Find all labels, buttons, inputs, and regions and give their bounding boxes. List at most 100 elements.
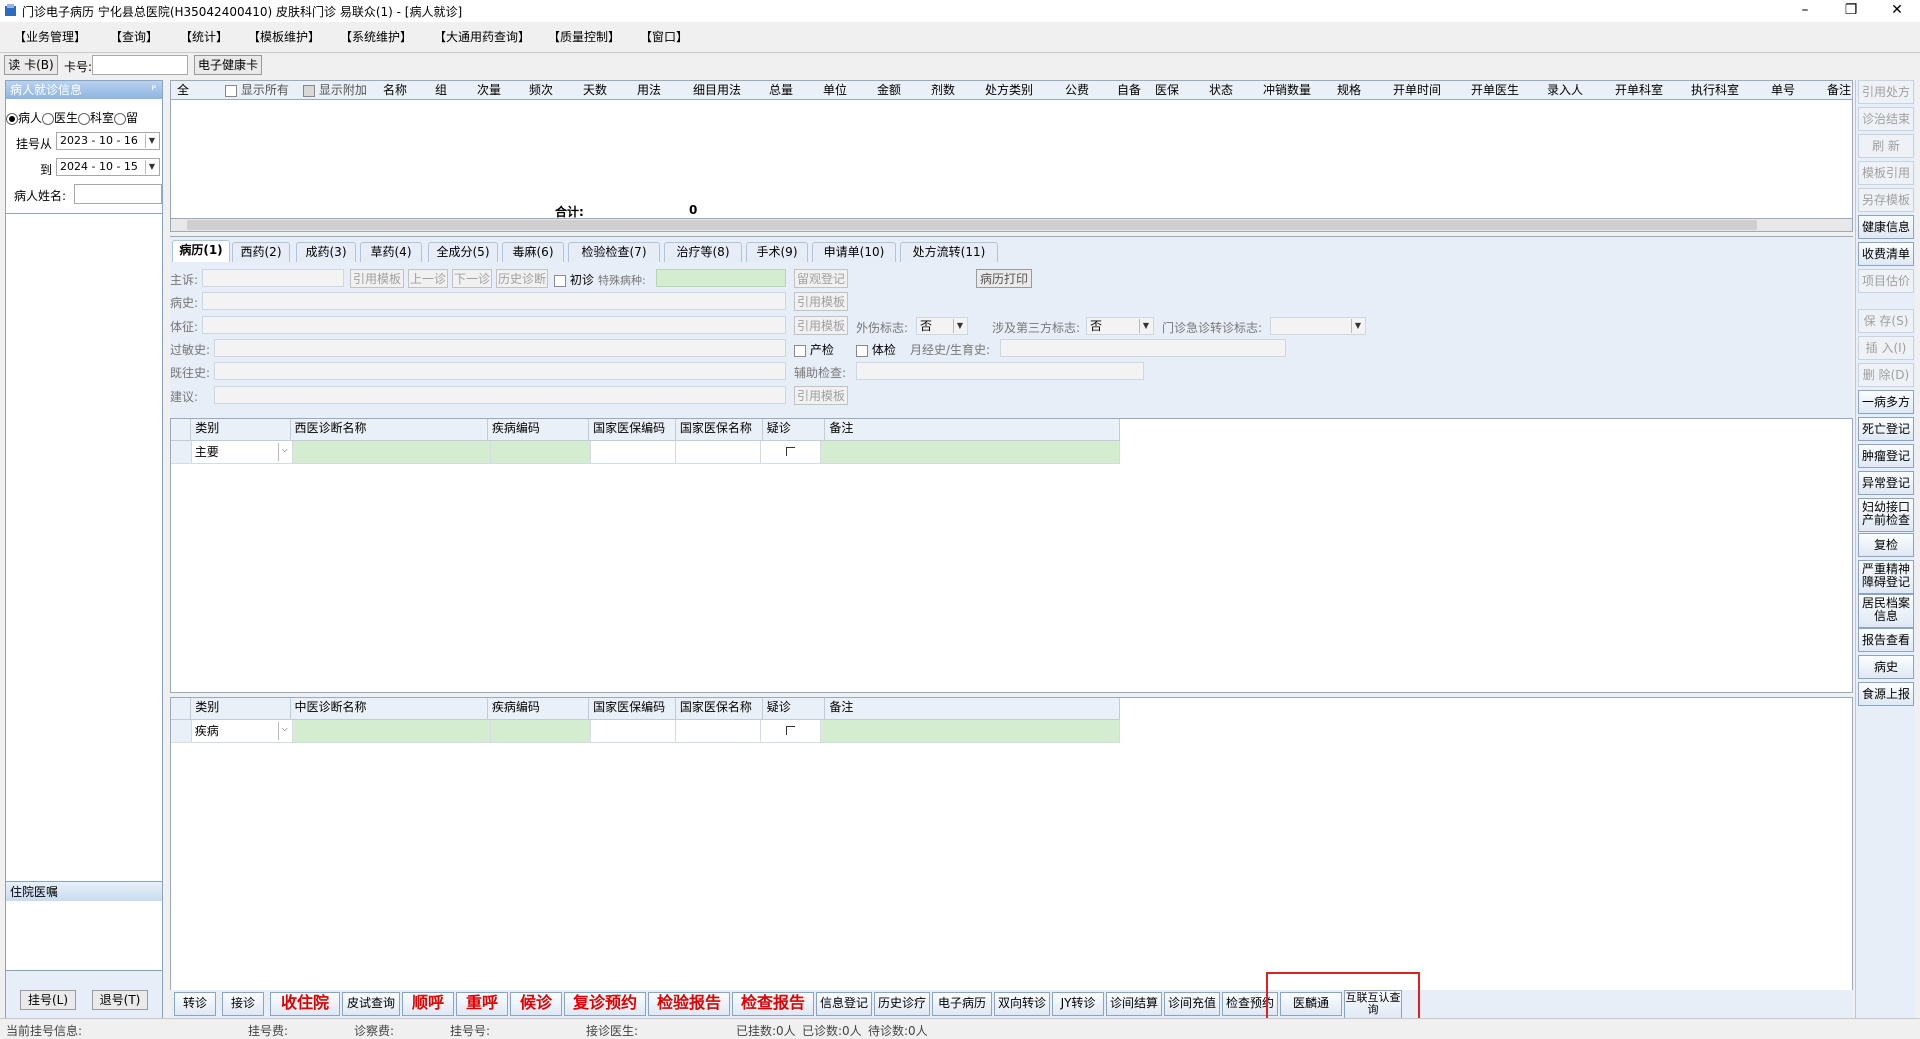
table-row[interactable]: 主要 ⌵ (171, 441, 1120, 464)
obs-register-button[interactable]: 留观登记 (794, 269, 848, 288)
suspected-checkbox[interactable] (761, 720, 822, 743)
radio-patient[interactable]: 病人 (6, 111, 42, 125)
chevron-down-icon[interactable]: ▼ (1351, 319, 1364, 333)
item-estimate-button[interactable]: 项目估价 (1858, 269, 1914, 293)
register-button[interactable]: 挂号(L) (20, 990, 76, 1010)
reg-from-date[interactable]: 2023 - 10 - 16 ▼ (56, 132, 160, 150)
save-button[interactable]: 保 存(S) (1858, 309, 1914, 333)
reg-to-date[interactable]: 2024 - 10 - 15 ▼ (56, 158, 160, 176)
row-selector[interactable] (171, 441, 192, 464)
card-no-input[interactable] (92, 55, 188, 75)
remark-cell[interactable] (821, 441, 1120, 464)
menu-window[interactable]: 【窗口】 (640, 28, 688, 45)
emr-button[interactable]: 电子病历 (932, 992, 992, 1016)
restore-button[interactable]: ❐ (1828, 0, 1874, 22)
print-record-button[interactable]: 病历打印 (976, 269, 1032, 288)
aux-exam-input[interactable] (856, 362, 1144, 380)
past-history-input[interactable] (214, 362, 786, 380)
admit-button[interactable]: 收住院 (270, 992, 340, 1016)
history-dx-button[interactable]: 历史诊断 (496, 269, 548, 288)
tcm-type-select[interactable]: 疾病 ⌵ (191, 720, 293, 743)
dx-name-cell[interactable] (292, 441, 492, 464)
prev-visit-button[interactable]: 上一诊 (408, 269, 448, 288)
tab-rx-transfer[interactable]: 处方流转(11) (900, 242, 998, 262)
show-all-checkbox[interactable]: 显示所有 (225, 81, 289, 99)
advice-input[interactable] (214, 386, 786, 404)
nhsa-code-cell[interactable] (591, 441, 677, 464)
recheck-button[interactable]: 复检 (1858, 533, 1914, 557)
minimize-button[interactable]: – (1782, 0, 1828, 22)
chevron-down-icon[interactable]: ▼ (953, 319, 966, 333)
col-all[interactable]: 全 (177, 81, 189, 99)
charge-list-button[interactable]: 收费清单 (1858, 242, 1914, 266)
ehealth-card-button[interactable]: 电子健康卡 (194, 55, 262, 75)
nhsa-name-cell[interactable] (676, 441, 762, 464)
medical-history-button[interactable]: 病史 (1858, 655, 1914, 679)
patient-list[interactable] (6, 213, 162, 959)
clinic-settle-button[interactable]: 诊间结算 (1106, 992, 1162, 1016)
clinic-recharge-button[interactable]: 诊间充值 (1164, 992, 1220, 1016)
chevron-down-icon[interactable]: ▼ (145, 134, 158, 148)
accept-button[interactable]: 接诊 (222, 992, 264, 1016)
nhsa-name-cell[interactable] (676, 720, 762, 743)
history-input[interactable] (202, 292, 786, 310)
menu-statistics[interactable]: 【统计】 (180, 28, 228, 45)
special-disease-input[interactable] (656, 269, 786, 287)
next-visit-button[interactable]: 下一诊 (452, 269, 492, 288)
jy-referral-button[interactable]: JY转诊 (1052, 992, 1104, 1016)
delete-button[interactable]: 删 除(D) (1858, 363, 1914, 387)
info-register-button[interactable]: 信息登记 (816, 992, 872, 1016)
third-party-select[interactable]: 否 ▼ (1086, 317, 1154, 335)
tumor-register-button[interactable]: 肿瘤登记 (1858, 444, 1914, 468)
tab-request[interactable]: 申请单(10) (812, 242, 896, 262)
show-extra-checkbox[interactable]: 显示附加 (303, 81, 367, 99)
tab-record[interactable]: 病历(1) (172, 240, 230, 262)
injury-flag-select[interactable]: 否 ▼ (916, 317, 968, 335)
menu-template[interactable]: 【模板维护】 (248, 28, 320, 45)
skin-test-button[interactable]: 皮试查询 (342, 992, 400, 1016)
death-register-button[interactable]: 死亡登记 (1858, 417, 1914, 441)
chevron-down-icon[interactable]: ⌵ (277, 443, 291, 461)
transfer-button[interactable]: 转诊 (174, 992, 216, 1016)
menu-quality[interactable]: 【质量控制】 (548, 28, 620, 45)
resident-record-button[interactable]: 居民档案信息 (1858, 594, 1914, 628)
call-next-button[interactable]: 顺呼 (402, 992, 454, 1016)
revisit-appointment-button[interactable]: 复诊预约 (564, 992, 646, 1016)
physical-checkbox[interactable]: 体检 (856, 341, 896, 358)
advice-template-button[interactable]: 引用模板 (794, 386, 848, 405)
rx-grid-body[interactable]: 合计: 0 (170, 100, 1853, 219)
pin-icon[interactable]: ᴾ (151, 81, 156, 99)
report-view-button[interactable]: 报告查看 (1858, 628, 1914, 652)
insert-button[interactable]: 插 入(I) (1858, 336, 1914, 360)
radio-stay[interactable]: 留 (114, 111, 138, 125)
menu-drug-query[interactable]: 【大通用药查询】 (434, 28, 530, 45)
read-card-button[interactable]: 读 卡(B) (4, 55, 58, 75)
row-selector[interactable] (171, 720, 192, 743)
radio-dept[interactable]: 科室 (78, 111, 114, 125)
dx-code-cell[interactable] (491, 441, 592, 464)
allergy-input[interactable] (214, 339, 786, 357)
abnormal-register-button[interactable]: 异常登记 (1858, 471, 1914, 495)
menstrual-input[interactable] (1000, 339, 1286, 357)
finish-visit-button[interactable]: 诊治结束 (1858, 107, 1914, 131)
maternal-prenatal-button[interactable]: 妇幼接口产前检查 (1858, 498, 1914, 532)
history-template-button[interactable]: 引用模板 (794, 292, 848, 311)
tab-narcotic[interactable]: 毒麻(6) (502, 242, 564, 262)
two-way-referral-button[interactable]: 双向转诊 (994, 992, 1050, 1016)
mental-disorder-register-button[interactable]: 严重精神障碍登记 (1858, 560, 1914, 594)
tcm-name-cell[interactable] (292, 720, 492, 743)
chevron-down-icon[interactable]: ▼ (1139, 319, 1152, 333)
tcm-code-cell[interactable] (491, 720, 592, 743)
menu-query[interactable]: 【查询】 (110, 28, 158, 45)
remark-cell[interactable] (821, 720, 1120, 743)
tab-patent-drug[interactable]: 成药(3) (296, 242, 356, 262)
exam-input[interactable] (202, 316, 786, 334)
close-button[interactable]: ✕ (1874, 0, 1920, 22)
suspected-checkbox[interactable] (761, 441, 822, 464)
tab-western-drug[interactable]: 西药(2) (232, 242, 290, 262)
template-ref-button[interactable]: 模板引用 (1858, 161, 1914, 185)
patient-name-input[interactable] (74, 184, 162, 204)
recall-button[interactable]: 重呼 (456, 992, 508, 1016)
exam-report-button[interactable]: 检查报告 (732, 992, 814, 1016)
prenatal-checkbox[interactable]: 产检 (794, 341, 834, 358)
